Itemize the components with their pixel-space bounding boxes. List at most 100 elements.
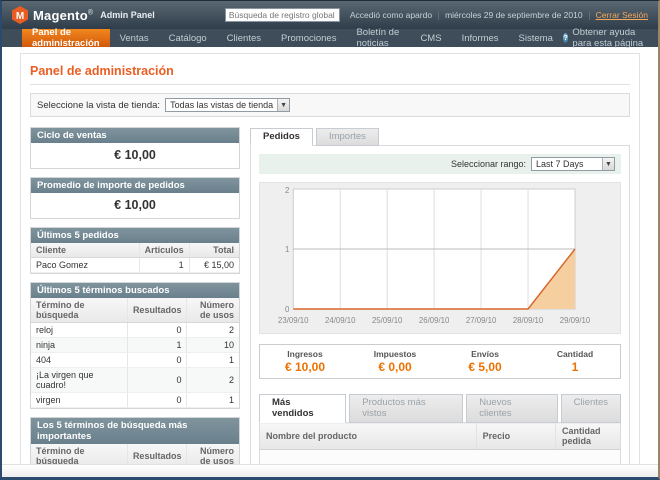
footer-strip (2, 464, 658, 477)
column-header[interactable]: Término de búsqueda (31, 298, 127, 323)
global-search-input[interactable] (225, 8, 340, 22)
last-orders-box: Últimos 5 pedidos Cliente Artículos Tota… (30, 227, 240, 274)
stat-shipping: Envíos € 5,00 (440, 349, 530, 374)
store-view-label: Seleccione la vista de tienda: (37, 100, 160, 111)
column-header[interactable]: Número de usos (187, 298, 239, 323)
cell-term: virgen (31, 393, 127, 408)
tab-amounts[interactable]: Importes (316, 128, 379, 146)
x-tick: 27/09/10 (466, 316, 497, 325)
nav-item-reports[interactable]: Informes (452, 29, 509, 47)
totals-row: Ingresos € 10,00 Impuestos € 0,00 Envíos… (259, 344, 621, 379)
stat-label: Envíos (440, 349, 530, 359)
orders-chart: 2 1 0 23/09/10 24/09/10 25/09/10 26/09/1… (259, 182, 621, 334)
stat-tax: Impuestos € 0,00 (350, 349, 440, 374)
tab-orders[interactable]: Pedidos (250, 128, 313, 146)
chart-panel: Seleccionar rango: Last 7 Days ▼ (250, 145, 630, 480)
lifetime-sales-value: € 10,00 (31, 143, 239, 168)
y-tick-0: 0 (285, 305, 290, 314)
divider (589, 11, 590, 20)
cell-term: reloj (31, 323, 127, 338)
column-header[interactable]: Precio (476, 423, 555, 450)
cell-customer: Paco Gomez (31, 258, 139, 273)
nav-item-customers[interactable]: Clientes (217, 29, 271, 47)
cell-uses: 1 (187, 353, 239, 368)
x-tick: 28/09/10 (513, 316, 544, 325)
trademark-symbol: ® (88, 9, 93, 16)
cell-results: 0 (127, 393, 187, 408)
stat-label: Ingresos (260, 349, 350, 359)
last-orders-table: Cliente Artículos Total Paco Gomez 1 € 1… (31, 243, 239, 273)
column-header[interactable]: Resultados (127, 298, 187, 323)
average-orders-value: € 10,00 (31, 193, 239, 218)
store-view-selected-value: Todas las vistas de tienda (166, 99, 277, 111)
divider (438, 11, 439, 20)
range-select[interactable]: Last 7 Days ▼ (531, 157, 615, 171)
table-row[interactable]: virgen01 (31, 393, 239, 408)
table-row[interactable]: ¡La virgen que cuadro!02 (31, 368, 239, 393)
range-bar: Seleccionar rango: Last 7 Days ▼ (259, 154, 621, 174)
table-row[interactable]: Paco Gomez 1 € 15,00 (31, 258, 239, 273)
nav-item-cms[interactable]: CMS (410, 29, 451, 47)
column-header[interactable]: Cliente (31, 243, 139, 258)
column-header[interactable]: Artículos (139, 243, 189, 258)
dashboard-main: Pedidos Importes Seleccionar rango: Last… (250, 127, 630, 480)
last-search-terms-table: Término de búsqueda Resultados Número de… (31, 298, 239, 408)
tab-new-customers[interactable]: Nuevos clientes (466, 394, 557, 423)
x-tick: 24/09/10 (325, 316, 356, 325)
title-divider (30, 84, 630, 85)
x-tick: 26/09/10 (419, 316, 450, 325)
logged-in-as: Accedió como apardo (350, 10, 432, 20)
column-header[interactable]: Cantidad pedida (556, 423, 621, 450)
cell-uses: 2 (187, 323, 239, 338)
nav-item-dashboard[interactable]: Panel de administración (22, 29, 110, 47)
stat-value: € 0,00 (350, 360, 440, 374)
tab-most-viewed[interactable]: Productos más vistos (349, 394, 463, 423)
store-view-bar: Seleccione la vista de tienda: Todas las… (30, 93, 630, 117)
cell-term: ninja (31, 338, 127, 353)
orders-chart-svg: 2 1 0 23/09/10 24/09/10 25/09/10 26/09/1… (260, 183, 620, 333)
nav-item-system[interactable]: Sistema (509, 29, 563, 47)
lifetime-sales-title: Ciclo de ventas (31, 128, 239, 143)
session-info: Accedió como apardo miércoles 29 de sept… (350, 10, 648, 20)
chevron-down-icon: ▼ (277, 99, 289, 111)
tab-customers[interactable]: Clientes (561, 394, 621, 423)
get-help-link[interactable]: ? Obtener ayuda para esta página (563, 29, 658, 47)
cell-items: 1 (139, 258, 189, 273)
cell-term: 404 (31, 353, 127, 368)
stat-label: Impuestos (350, 349, 440, 359)
table-row[interactable]: 40401 (31, 353, 239, 368)
stat-value: 1 (530, 360, 620, 374)
cell-uses: 1 (187, 393, 239, 408)
content-area: Panel de administración Seleccione la vi… (20, 53, 640, 480)
cell-results: 1 (127, 338, 187, 353)
top-header: M Magento® Admin Panel Accedió como apar… (2, 1, 658, 29)
nav-item-newsletter[interactable]: Boletín de noticias (346, 29, 410, 47)
nav-item-promotions[interactable]: Promociones (271, 29, 346, 47)
store-view-select[interactable]: Todas las vistas de tienda ▼ (165, 98, 290, 112)
column-header[interactable]: Total (189, 243, 239, 258)
average-orders-title: Promedio de importe de pedidos (31, 178, 239, 193)
cell-results: 0 (127, 368, 187, 393)
lifetime-sales-box: Ciclo de ventas € 10,00 (30, 127, 240, 169)
y-tick-1: 1 (285, 245, 290, 254)
column-header[interactable]: Nombre del producto (260, 423, 477, 450)
last-search-terms-box: Últimos 5 términos buscados Término de b… (30, 282, 240, 409)
cell-results: 0 (127, 353, 187, 368)
dashboard-sidebar: Ciclo de ventas € 10,00 Promedio de impo… (30, 127, 240, 480)
table-row[interactable]: ninja110 (31, 338, 239, 353)
range-label: Seleccionar rango: (451, 159, 526, 169)
help-icon: ? (563, 33, 569, 43)
current-date: miércoles 29 de septiembre de 2010 (445, 10, 583, 20)
nav-item-sales[interactable]: Ventas (110, 29, 159, 47)
logo-subtitle: Admin Panel (100, 10, 155, 20)
chart-tabs: Pedidos Importes (250, 128, 630, 146)
admin-window: M Magento® Admin Panel Accedió como apar… (0, 0, 660, 480)
cell-total: € 15,00 (189, 258, 239, 273)
nav-item-catalog[interactable]: Catálogo (159, 29, 217, 47)
tab-bestsellers[interactable]: Más vendidos (259, 394, 346, 423)
logout-link[interactable]: Cerrar Sesión (596, 10, 648, 20)
page-title: Panel de administración (30, 64, 630, 78)
table-row[interactable]: reloj02 (31, 323, 239, 338)
average-orders-box: Promedio de importe de pedidos € 10,00 (30, 177, 240, 219)
x-tick: 25/09/10 (372, 316, 403, 325)
